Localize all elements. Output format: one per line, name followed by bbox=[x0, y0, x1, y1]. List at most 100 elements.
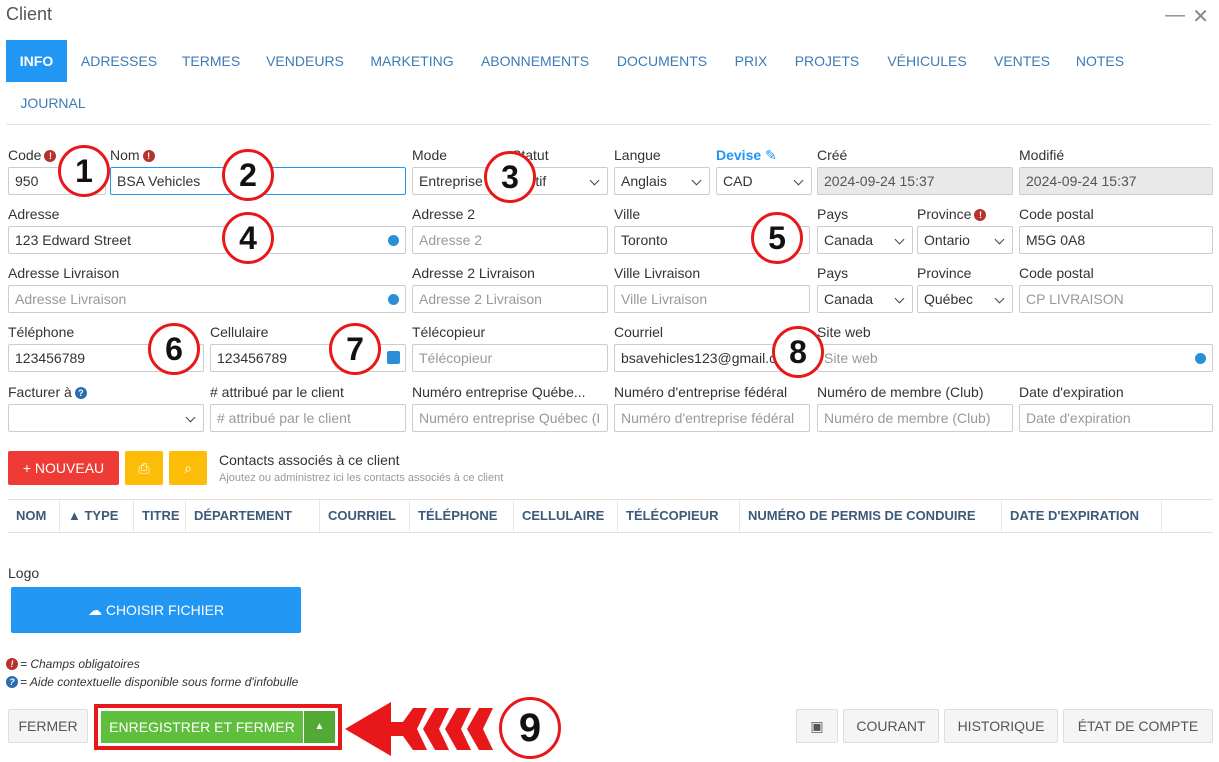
col-departement[interactable]: DÉPARTEMENT bbox=[186, 500, 320, 532]
pays-livraison-select[interactable]: Canada bbox=[817, 285, 913, 313]
new-contact-button[interactable]: + NOUVEAU bbox=[8, 451, 119, 485]
legend-help-text: = Aide contextuelle disponible sous form… bbox=[20, 675, 299, 689]
callout-5: 5 bbox=[751, 212, 803, 264]
code-postal-field[interactable]: M5G 0A8 bbox=[1019, 226, 1213, 254]
etat-de-compte-button[interactable]: ÉTAT DE COMPTE bbox=[1063, 709, 1213, 743]
num-attribue-field[interactable]: # attribué par le client bbox=[210, 404, 406, 432]
col-telephone[interactable]: TÉLÉPHONE bbox=[410, 500, 514, 532]
facturer-label-text: Facturer à bbox=[8, 384, 72, 400]
minimize-icon[interactable]: — bbox=[1165, 4, 1185, 27]
ville-livraison-field[interactable]: Ville Livraison bbox=[614, 285, 810, 313]
save-highlight: ENREGISTRER ET FERMER ▲ bbox=[94, 704, 342, 750]
logo-label: Logo bbox=[8, 565, 40, 581]
search-icon[interactable]: ⌕ bbox=[169, 451, 207, 485]
edit-icon[interactable]: ✎ bbox=[765, 147, 777, 163]
tab-notes[interactable]: NOTES bbox=[1072, 40, 1128, 82]
tab-abonnements[interactable]: ABONNEMENTS bbox=[476, 40, 594, 82]
adresse2-livraison-label: Adresse 2 Livraison bbox=[412, 265, 535, 281]
province-label: Province! bbox=[917, 206, 987, 222]
legend-required-text: = Champs obligatoires bbox=[20, 657, 140, 671]
col-cellulaire[interactable]: CELLULAIRE bbox=[514, 500, 618, 532]
save-and-close-button[interactable]: ENREGISTRER ET FERMER bbox=[101, 711, 303, 743]
num-membre-field[interactable]: Numéro de membre (Club) bbox=[817, 404, 1013, 432]
facturer-select[interactable] bbox=[8, 404, 204, 432]
col-date-expiration[interactable]: DATE D'EXPIRATION bbox=[1002, 500, 1162, 532]
date-expiration-field[interactable]: Date d'expiration bbox=[1019, 404, 1213, 432]
choose-file-button[interactable]: ☁ CHOISIR FICHIER bbox=[11, 587, 301, 633]
num-quebec-field[interactable]: Numéro entreprise Québec (I bbox=[412, 404, 608, 432]
telephone-label: Téléphone bbox=[8, 324, 75, 340]
courant-button[interactable]: COURANT bbox=[843, 709, 939, 743]
tab-vendeurs[interactable]: VENDEURS bbox=[262, 40, 348, 82]
col-nom[interactable]: NOM bbox=[8, 500, 60, 532]
adresse-field[interactable]: 123 Edward Street bbox=[8, 226, 406, 254]
tab-vehicules[interactable]: VÉHICULES bbox=[882, 40, 972, 82]
tab-adresses[interactable]: ADRESSES bbox=[78, 40, 160, 82]
historique-button[interactable]: HISTORIQUE bbox=[944, 709, 1058, 743]
pays-select[interactable]: Canada bbox=[817, 226, 913, 254]
num-federal-field[interactable]: Numéro d'entreprise fédéral bbox=[614, 404, 810, 432]
adresse-livraison-label: Adresse Livraison bbox=[8, 265, 120, 281]
callout-7: 7 bbox=[329, 323, 381, 375]
ville-livraison-label: Ville Livraison bbox=[614, 265, 701, 281]
col-permis[interactable]: NUMÉRO DE PERMIS DE CONDUIRE bbox=[740, 500, 1002, 532]
code-postal-label: Code postal bbox=[1019, 206, 1094, 222]
telecopieur-field[interactable]: Télécopieur bbox=[412, 344, 608, 372]
province-label-text: Province bbox=[917, 206, 972, 222]
ville-label: Ville bbox=[614, 206, 641, 222]
callout-6: 6 bbox=[148, 323, 200, 375]
contacts-table-header: NOM ▲ TYPE TITRE DÉPARTEMENT COURRIEL TÉ… bbox=[8, 499, 1213, 533]
adresse2-label: Adresse 2 bbox=[412, 206, 476, 222]
caret-up-icon[interactable]: ▲ bbox=[304, 711, 335, 743]
required-icon: ! bbox=[974, 209, 987, 221]
province-livraison-select[interactable]: Québec bbox=[917, 285, 1013, 313]
tab-prix[interactable]: PRIX bbox=[730, 40, 772, 82]
cloud-upload-icon: ☁ bbox=[87, 602, 102, 618]
globe-icon[interactable] bbox=[1195, 353, 1206, 364]
phone-icon[interactable] bbox=[387, 351, 400, 364]
courriel-label: Courriel bbox=[614, 324, 664, 340]
arrow-chevron bbox=[467, 708, 493, 750]
arrow-chevron bbox=[389, 708, 427, 750]
callout-1: 1 bbox=[58, 145, 110, 197]
tab-documents[interactable]: DOCUMENTS bbox=[612, 40, 712, 82]
col-telecopieur[interactable]: TÉLÉCOPIEUR bbox=[618, 500, 740, 532]
close-icon[interactable]: ✕ bbox=[1192, 4, 1209, 29]
tab-projets[interactable]: PROJETS bbox=[790, 40, 864, 82]
adresse2-livraison-field[interactable]: Adresse 2 Livraison bbox=[412, 285, 608, 313]
globe-icon[interactable] bbox=[388, 294, 399, 305]
modifie-field: 2024-09-24 15:37 bbox=[1019, 167, 1213, 195]
adresse-livraison-field[interactable]: Adresse Livraison bbox=[8, 285, 406, 313]
cree-field: 2024-09-24 15:37 bbox=[817, 167, 1013, 195]
col-courriel[interactable]: COURRIEL bbox=[320, 500, 410, 532]
langue-select[interactable]: Anglais bbox=[614, 167, 710, 195]
tab-info[interactable]: INFO bbox=[6, 40, 67, 82]
close-button[interactable]: FERMER bbox=[8, 709, 88, 743]
num-membre-label: Numéro de membre (Club) bbox=[817, 384, 984, 400]
tab-marketing[interactable]: MARKETING bbox=[366, 40, 458, 82]
globe-icon[interactable] bbox=[388, 235, 399, 246]
col-type[interactable]: ▲ TYPE bbox=[60, 500, 134, 532]
help-icon[interactable]: ? bbox=[74, 387, 87, 399]
devise-label[interactable]: Devise ✎ bbox=[716, 147, 777, 164]
mode-label: Mode bbox=[412, 147, 448, 163]
pays-label: Pays bbox=[817, 206, 849, 222]
legend-help: ? = Aide contextuelle disponible sous for… bbox=[6, 675, 298, 689]
arrow-head bbox=[345, 702, 391, 756]
tab-ventes[interactable]: VENTES bbox=[990, 40, 1054, 82]
col-titre[interactable]: TITRE bbox=[134, 500, 186, 532]
cp-livraison-field[interactable]: CP LIVRAISON bbox=[1019, 285, 1213, 313]
devise-select[interactable]: CAD bbox=[716, 167, 812, 195]
site-web-field[interactable]: Site web bbox=[817, 344, 1213, 372]
province-select[interactable]: Ontario bbox=[917, 226, 1013, 254]
site-web-label: Site web bbox=[817, 324, 871, 340]
tab-termes[interactable]: TERMES bbox=[178, 40, 244, 82]
cash-icon[interactable]: ▣ bbox=[796, 709, 838, 743]
tab-journal[interactable]: JOURNAL bbox=[16, 82, 90, 124]
code-label-text: Code bbox=[8, 147, 42, 163]
choose-file-label: CHOISIR FICHIER bbox=[105, 602, 225, 618]
print-icon[interactable]: ⎙ bbox=[125, 451, 163, 485]
adresse2-field[interactable]: Adresse 2 bbox=[412, 226, 608, 254]
adresse-label: Adresse bbox=[8, 206, 60, 222]
nom-label: Nom! bbox=[110, 147, 155, 163]
